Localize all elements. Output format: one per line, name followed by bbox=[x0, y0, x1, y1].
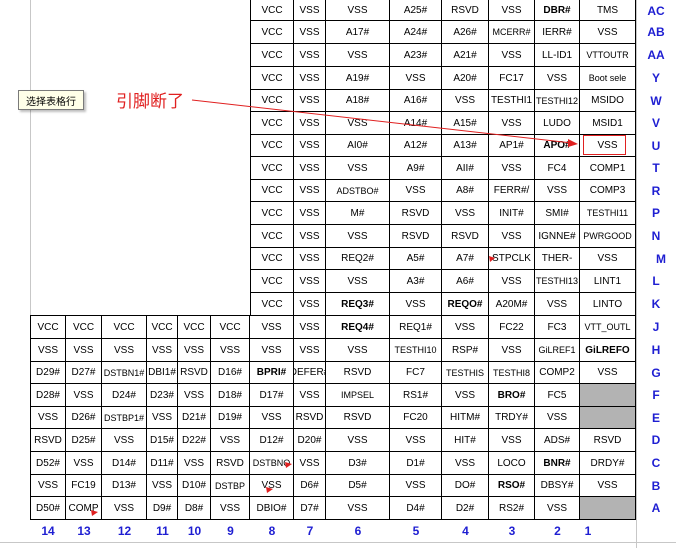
annotation-arrow bbox=[91, 99, 578, 516]
broken-pin-annotation: 引脚断了 bbox=[116, 92, 184, 112]
pin-table-view: VCC VSS VSS A25# RSVD VSS DBR# TMS VCC VSS A17# A24… bbox=[0, 0, 676, 548]
row-select-tooltip: 选择表格行 bbox=[18, 90, 84, 110]
